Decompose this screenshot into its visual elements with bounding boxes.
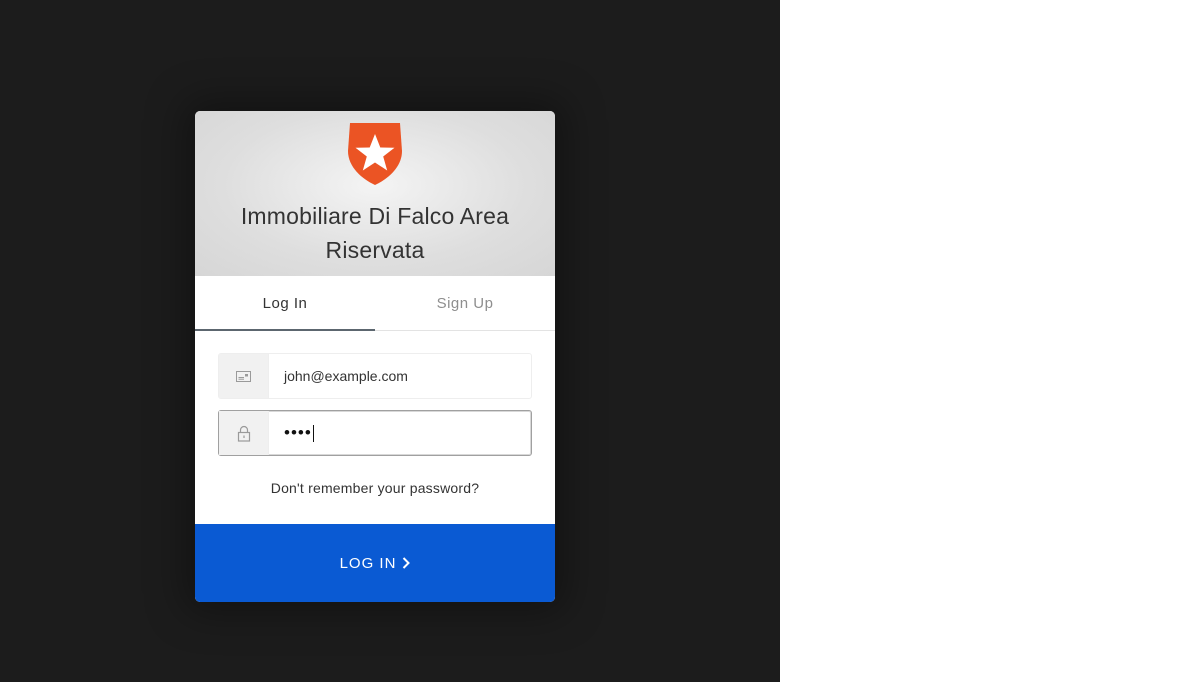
auth0-shield-star-icon <box>348 123 402 185</box>
widget-header: Immobiliare Di Falco Area Riservata <box>195 111 555 276</box>
lock-icon <box>219 411 269 455</box>
password-masked-value: •••• <box>284 423 312 442</box>
tab-sign-up[interactable]: Sign Up <box>375 276 555 330</box>
password-input[interactable]: •••• <box>269 411 531 455</box>
log-in-button[interactable]: LOG IN <box>195 524 555 602</box>
app-title: Immobiliare Di Falco Area Riservata <box>240 203 510 263</box>
login-form: john@example.com •••• Don't remember you… <box>195 331 555 496</box>
login-widget: Immobiliare Di Falco Area Riservata Log … <box>195 111 555 602</box>
chevron-right-icon <box>402 557 411 569</box>
envelope-icon <box>219 354 269 398</box>
forgot-password-link[interactable]: Don't remember your password? <box>218 480 532 496</box>
log-in-button-label: LOG IN <box>339 554 397 572</box>
tab-log-in[interactable]: Log In <box>195 276 375 331</box>
email-input[interactable]: john@example.com <box>269 354 531 398</box>
password-field-wrapper: •••• <box>218 410 532 456</box>
email-field-wrapper: john@example.com <box>218 353 532 399</box>
auth-tabs: Log In Sign Up <box>195 276 555 331</box>
text-caret <box>312 424 314 442</box>
